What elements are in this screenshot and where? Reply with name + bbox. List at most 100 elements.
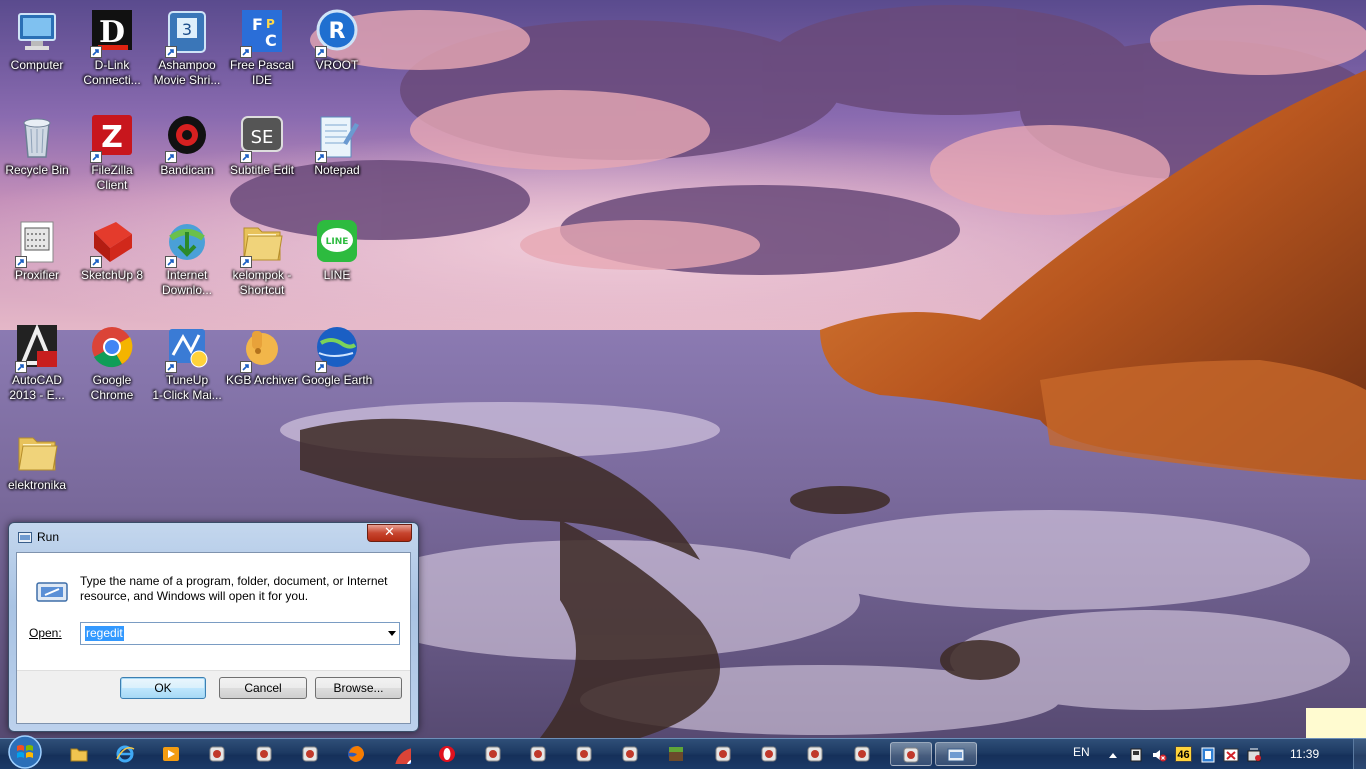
desktop-icon-tuneup[interactable]: TuneUp 1-Click Mai... [149,318,225,418]
taskbar-item-app[interactable] [613,742,647,766]
run-dialog-title: Run [37,530,60,544]
taskbar-item-app[interactable] [476,742,510,766]
desktop-icon-autocad[interactable]: AutoCAD 2013 - E... [0,318,75,418]
shortcut-arrow-icon [15,361,27,373]
desktop-icon-label: Google Chrome [90,373,134,402]
desktop-icon-label: VROOT [315,58,359,72]
chevron-down-icon[interactable] [388,631,396,636]
desktop-icon-label: TuneUp 1-Click Mai... [152,373,222,402]
network-error-icon[interactable] [1223,747,1239,763]
taskbar-item-app[interactable] [845,742,879,766]
device-icon[interactable] [1128,747,1144,763]
shortcut-arrow-icon [90,256,102,268]
shortcut-arrow-icon [165,46,177,58]
windows-logo-icon [8,735,42,769]
desktop-icon-line[interactable]: LINE LINE [299,213,375,313]
taskbar-item-chrome[interactable] [384,742,436,775]
folder-icon [238,218,286,268]
open-label-text: Open: [29,626,62,640]
app-icon [302,746,318,762]
subtitle-edit-icon: SE [238,113,286,163]
desktop-icon-google-earth[interactable]: Google Earth [299,318,375,418]
run-dialog[interactable]: Run ✕ Type the name of a program, folder… [8,522,419,732]
desktop-icon-bandicam[interactable]: Bandicam [149,108,225,208]
open-combobox[interactable]: regedit [80,622,400,645]
desktop-icon-vroot[interactable]: R VROOT [299,3,375,103]
desktop-icon-folder[interactable]: elektronika [0,423,75,523]
taskbar-item-app[interactable] [706,742,740,766]
run-dialog-titlebar[interactable]: Run ✕ [9,523,418,551]
windows-explorer-icon [70,748,88,762]
desktop-icon-label: Proxifier [14,268,59,282]
desktop-icon-label: FileZilla Client [91,163,133,192]
sketchup-icon [88,218,136,268]
desktop-icon-label: Google Earth [301,373,373,387]
desktop-icon-computer[interactable]: Computer [0,3,75,103]
shortcut-arrow-icon [315,361,327,373]
action-center-icon[interactable] [1246,747,1262,763]
taskbar-item-app[interactable] [247,742,281,766]
taskbar-item-internet-explorer[interactable] [108,742,142,766]
clock[interactable]: 11:39 [1290,747,1319,761]
desktop-icon-chrome[interactable]: Google Chrome [74,318,150,418]
taskbar-item-media-player[interactable] [154,742,188,766]
shortcut-arrow-icon [315,151,327,163]
taskbar-item-app[interactable] [293,742,327,766]
show-desktop-button[interactable] [1353,739,1366,769]
desktop-icon-filezilla[interactable]: Z FileZilla Client [74,108,150,208]
idm-icon [163,218,211,268]
desktop-icon-recycle-bin[interactable]: Recycle Bin [0,108,75,208]
desktop-icon-label: elektronika [7,478,67,492]
svg-text:SE: SE [251,127,274,148]
app-icon [209,746,225,762]
desktop-icon-label: Computer [10,58,64,72]
desktop-icon-label: SketchUp 8 [80,268,144,282]
desktop-icon-label: AutoCAD 2013 - E... [9,373,65,402]
cancel-button[interactable]: Cancel [219,677,307,699]
desktop-icon-notepad[interactable]: Notepad [299,108,375,208]
tray-badge-icon[interactable]: 46 [1175,746,1192,762]
taskbar-item-app[interactable] [890,742,932,766]
shortcut-arrow-icon [240,361,252,373]
browse-button[interactable]: Browse... [315,677,402,699]
desktop-icon-kgb-archiver[interactable]: KGB Archiver [224,318,300,418]
run-icon [18,532,32,543]
taskbar-item-app[interactable] [521,742,555,766]
taskbar-item-app[interactable] [567,742,601,766]
desktop-icon-dlink[interactable]: D D-Link Connecti... [74,3,150,103]
desktop-icon-label: KGB Archiver [225,373,299,387]
shortcut-arrow-icon [240,46,252,58]
taskbar-item-app[interactable] [752,742,786,766]
taskbar-item-app[interactable] [798,742,832,766]
desktop-icon-proxifier[interactable]: Proxifier [0,213,75,313]
taskbar-item-app[interactable] [200,742,234,766]
ok-button[interactable]: OK [120,677,206,699]
taskbar-item-minecraft[interactable] [659,742,693,766]
open-input[interactable]: regedit [85,626,124,641]
run-description: Type the name of a program, folder, docu… [80,574,388,603]
start-button[interactable] [4,733,46,771]
desktop-icon-subtitle-edit[interactable]: SE Subtitle Edit [224,108,300,208]
computer-icon [13,8,61,56]
shortcut-arrow-icon [165,151,177,163]
volume-muted-icon[interactable] [1151,747,1167,763]
kgb-archiver-icon [238,323,286,373]
filezilla-icon: Z [88,113,136,163]
app-tray-icon[interactable] [1200,747,1216,763]
app-icon [854,746,870,762]
google-earth-icon [313,323,361,373]
app-icon [530,746,546,762]
taskbar-item-windows-explorer[interactable] [62,742,96,766]
desktop-icon-sketchup[interactable]: SketchUp 8 [74,213,150,313]
taskbar-item-run[interactable] [935,742,977,766]
desktop-icon-folder[interactable]: kelompok - Shortcut [224,213,300,313]
desktop-icon-idm[interactable]: Internet Downlo... [149,213,225,313]
show-hidden-icons-icon[interactable] [1105,747,1121,763]
app-icon [622,746,638,762]
desktop-icon-ashampoo[interactable]: 3 Ashampoo Movie Shri... [149,3,225,103]
taskbar-item-firefox[interactable] [339,742,373,766]
desktop-icon-freepascal[interactable]: F C P Free Pascal IDE [224,3,300,103]
language-indicator[interactable]: EN [1073,745,1090,759]
taskbar-item-opera[interactable] [430,742,464,766]
close-button[interactable]: ✕ [367,524,412,542]
